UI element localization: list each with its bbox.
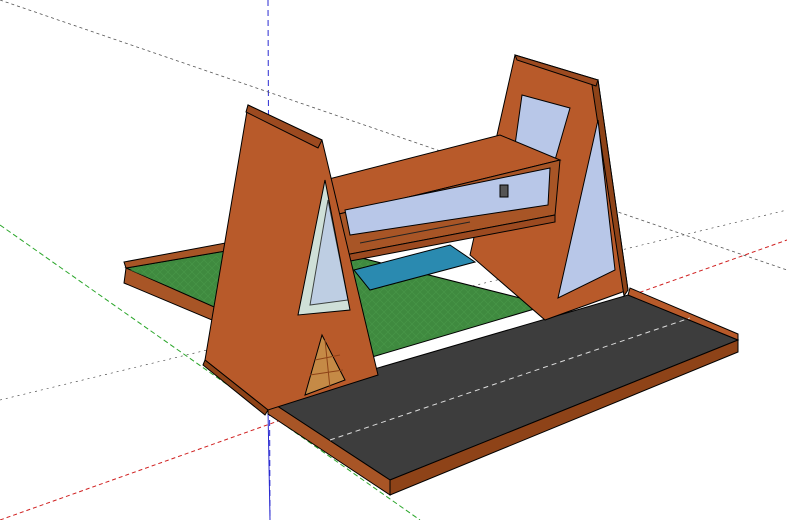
- model-canvas[interactable]: [0, 0, 787, 520]
- 3d-viewport[interactable]: [0, 0, 787, 520]
